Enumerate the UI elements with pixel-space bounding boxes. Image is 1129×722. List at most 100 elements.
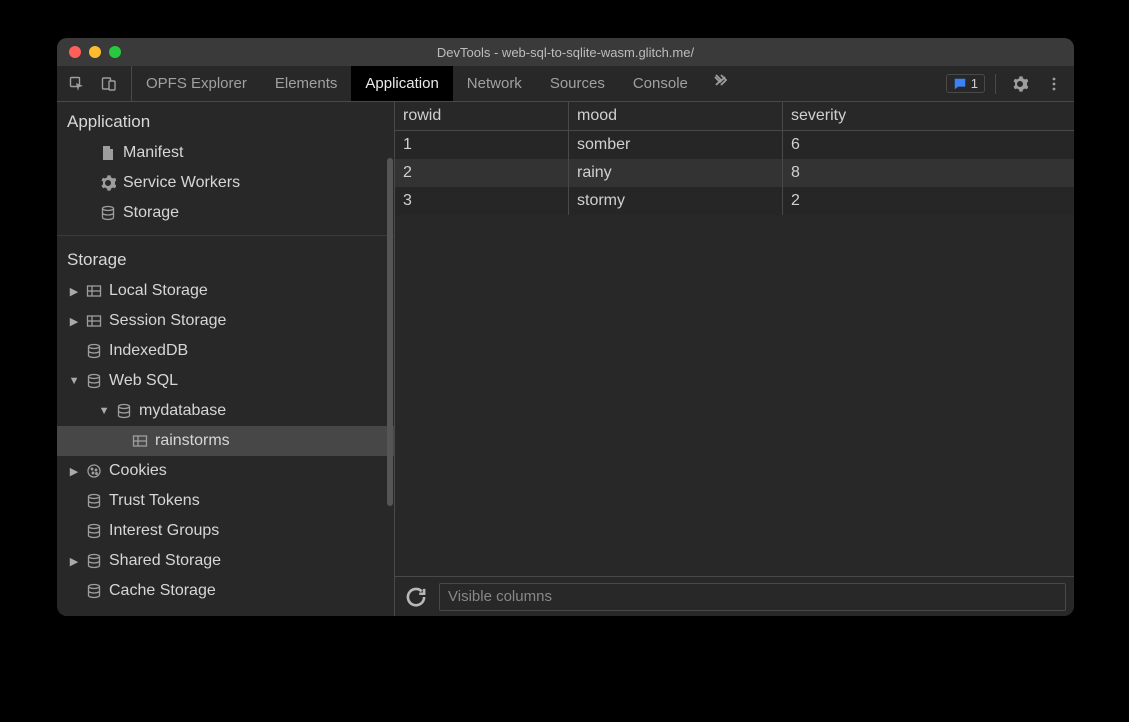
- sidebar-item-label: Trust Tokens: [109, 492, 200, 510]
- grid-icon: [85, 312, 103, 330]
- tab-network[interactable]: Network: [453, 66, 536, 101]
- kebab-icon: [1046, 76, 1062, 92]
- sidebar-scrollbar[interactable]: [387, 158, 393, 506]
- issues-count: 1: [971, 76, 978, 91]
- panel-tabs: OPFS Explorer Elements Application Netwo…: [132, 66, 734, 101]
- tab-sources[interactable]: Sources: [536, 66, 619, 101]
- cell-severity: 2: [783, 187, 1074, 215]
- sidebar-item-cache-storage[interactable]: ▶ Cache Storage: [57, 576, 394, 606]
- collapse-arrow-icon: ▼: [69, 375, 79, 387]
- tab-application[interactable]: Application: [351, 66, 452, 101]
- cell-rowid: 3: [395, 187, 569, 215]
- table-row[interactable]: 3 stormy 2: [395, 187, 1074, 215]
- devtools-window: DevTools - web-sql-to-sqlite-wasm.glitch…: [57, 38, 1074, 616]
- tab-console[interactable]: Console: [619, 66, 702, 101]
- table-panel: rowid mood severity 1 somber 6 2 rainy 8: [395, 102, 1074, 616]
- main-toolbar: OPFS Explorer Elements Application Netwo…: [57, 66, 1074, 102]
- data-table: rowid mood severity 1 somber 6 2 rainy 8: [395, 102, 1074, 576]
- cell-rowid: 2: [395, 159, 569, 187]
- col-header-severity[interactable]: severity: [783, 102, 1074, 130]
- col-header-rowid[interactable]: rowid: [395, 102, 569, 130]
- col-header-mood[interactable]: mood: [569, 102, 783, 130]
- sidebar-item-label: Shared Storage: [109, 552, 221, 570]
- table-row[interactable]: 1 somber 6: [395, 131, 1074, 159]
- refresh-icon: [403, 584, 429, 610]
- close-window-button[interactable]: [69, 46, 81, 58]
- database-icon: [85, 342, 103, 360]
- sidebar-item-indexeddb[interactable]: ▶ IndexedDB: [57, 336, 394, 366]
- cell-mood: somber: [569, 131, 783, 159]
- sidebar-item-storage[interactable]: ▶ Storage: [57, 198, 394, 228]
- cell-severity: 8: [783, 159, 1074, 187]
- database-icon: [99, 204, 117, 222]
- cell-rowid: 1: [395, 131, 569, 159]
- sidebar-item-cookies[interactable]: ▶ Cookies: [57, 456, 394, 486]
- titlebar: DevTools - web-sql-to-sqlite-wasm.glitch…: [57, 38, 1074, 66]
- table-body: 1 somber 6 2 rainy 8 3 stormy 2: [395, 131, 1074, 576]
- cell-mood: rainy: [569, 159, 783, 187]
- sidebar-item-web-sql[interactable]: ▼ Web SQL: [57, 366, 394, 396]
- expand-arrow-icon: ▶: [69, 315, 79, 328]
- database-icon: [85, 492, 103, 510]
- issues-badge[interactable]: 1: [946, 74, 985, 93]
- cookie-icon: [85, 462, 103, 480]
- sidebar-item-label: Service Workers: [123, 174, 240, 192]
- database-icon: [85, 552, 103, 570]
- device-toolbar-button[interactable]: [95, 70, 123, 98]
- table-row[interactable]: 2 rainy 8: [395, 159, 1074, 187]
- cell-mood: stormy: [569, 187, 783, 215]
- table-header-row: rowid mood severity: [395, 102, 1074, 131]
- window-title: DevTools - web-sql-to-sqlite-wasm.glitch…: [57, 45, 1074, 60]
- panel-body: Application ▶ Manifest ▶ Service Workers…: [57, 102, 1074, 616]
- sidebar-item-label: Cookies: [109, 462, 167, 480]
- toolbar-divider: [995, 74, 996, 94]
- sidebar-item-label: Session Storage: [109, 312, 226, 330]
- minimize-window-button[interactable]: [89, 46, 101, 58]
- sidebar-item-label: Web SQL: [109, 372, 178, 390]
- section-storage-header: Storage: [57, 240, 394, 276]
- traffic-lights: [69, 46, 121, 58]
- expand-arrow-icon: ▶: [69, 465, 79, 478]
- sidebar-item-shared-storage[interactable]: ▶ Shared Storage: [57, 546, 394, 576]
- database-icon: [115, 402, 133, 420]
- section-application-header: Application: [57, 102, 394, 138]
- refresh-button[interactable]: [403, 584, 429, 610]
- sidebar-item-label: Local Storage: [109, 282, 208, 300]
- database-icon: [85, 522, 103, 540]
- sidebar-item-local-storage[interactable]: ▶ Local Storage: [57, 276, 394, 306]
- more-tabs-button[interactable]: [706, 66, 734, 94]
- tab-elements[interactable]: Elements: [261, 66, 352, 101]
- gear-icon: [99, 174, 117, 192]
- collapse-arrow-icon: ▼: [99, 405, 109, 417]
- sidebar-item-label: Manifest: [123, 144, 183, 162]
- database-icon: [85, 582, 103, 600]
- grid-icon: [131, 432, 149, 450]
- more-options-button[interactable]: [1040, 70, 1068, 98]
- grid-icon: [85, 282, 103, 300]
- inspect-element-button[interactable]: [63, 70, 91, 98]
- maximize-window-button[interactable]: [109, 46, 121, 58]
- sidebar-item-mydatabase[interactable]: ▼ mydatabase: [57, 396, 394, 426]
- sidebar-item-label: Storage: [123, 204, 179, 222]
- settings-button[interactable]: [1006, 70, 1034, 98]
- cell-severity: 6: [783, 131, 1074, 159]
- sidebar-item-service-workers[interactable]: ▶ Service Workers: [57, 168, 394, 198]
- file-icon: [99, 144, 117, 162]
- visible-columns-input[interactable]: [439, 583, 1066, 611]
- sidebar-item-label: Cache Storage: [109, 582, 216, 600]
- sidebar-item-manifest[interactable]: ▶ Manifest: [57, 138, 394, 168]
- gear-icon: [1012, 76, 1028, 92]
- sidebar-item-label: rainstorms: [155, 432, 230, 450]
- table-footer: [395, 576, 1074, 616]
- sidebar-item-session-storage[interactable]: ▶ Session Storage: [57, 306, 394, 336]
- sidebar-item-trust-tokens[interactable]: ▶ Trust Tokens: [57, 486, 394, 516]
- tab-opfs-explorer[interactable]: OPFS Explorer: [132, 66, 261, 101]
- sidebar-item-label: mydatabase: [139, 402, 226, 420]
- sidebar-item-label: Interest Groups: [109, 522, 219, 540]
- sidebar-item-rainstorms[interactable]: rainstorms: [57, 426, 394, 456]
- sidebar-item-interest-groups[interactable]: ▶ Interest Groups: [57, 516, 394, 546]
- expand-arrow-icon: ▶: [69, 555, 79, 568]
- application-sidebar: Application ▶ Manifest ▶ Service Workers…: [57, 102, 395, 616]
- expand-arrow-icon: ▶: [69, 285, 79, 298]
- chat-icon: [953, 77, 967, 91]
